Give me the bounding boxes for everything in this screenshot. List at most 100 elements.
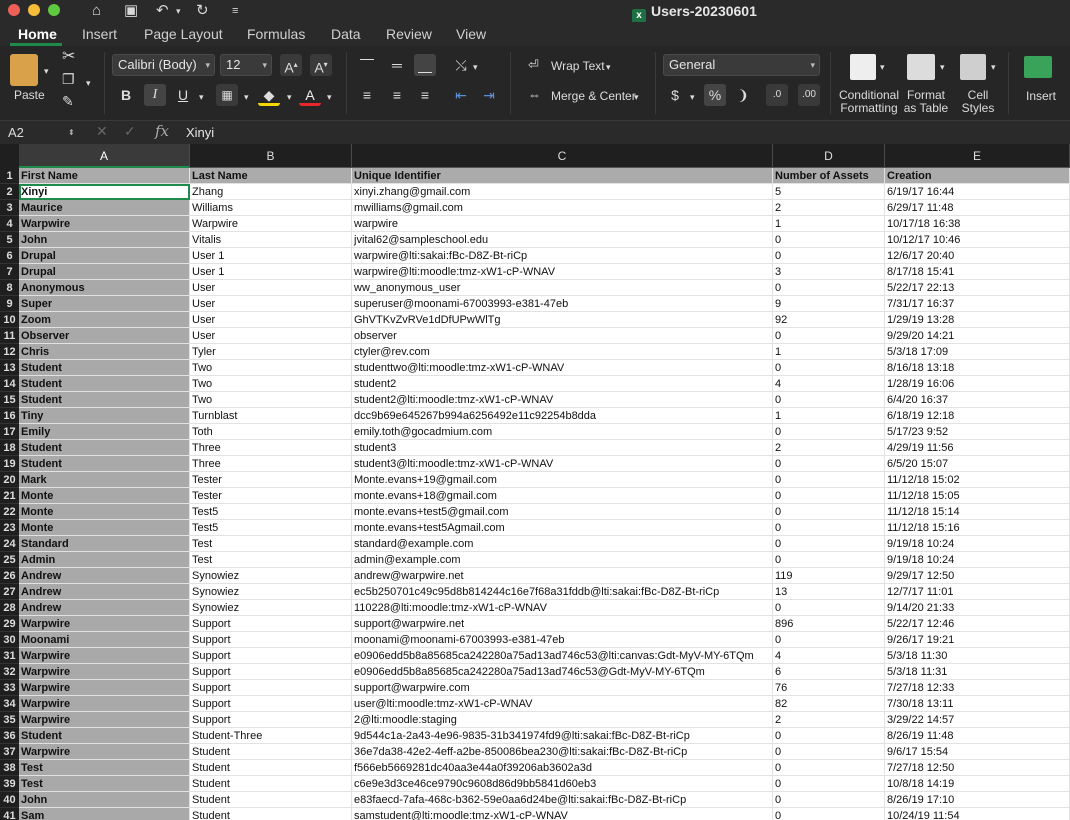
cell[interactable]: xinyi.zhang@gmail.com	[352, 184, 773, 200]
cell[interactable]: Tester	[190, 472, 352, 488]
cell[interactable]: warpwire	[352, 216, 773, 232]
cell[interactable]: 6/5/20 15:07	[885, 456, 1070, 472]
percent-icon[interactable]: %	[704, 84, 726, 106]
cell[interactable]: John	[19, 232, 190, 248]
cell[interactable]: 0	[773, 248, 885, 264]
cell[interactable]: Student	[190, 776, 352, 792]
cell[interactable]: Student	[19, 376, 190, 392]
cell[interactable]: 10/24/19 11:54	[885, 808, 1070, 820]
cell[interactable]: Student	[190, 792, 352, 808]
row-number[interactable]: 32	[0, 664, 19, 680]
cell[interactable]: 6/4/20 16:37	[885, 392, 1070, 408]
cell[interactable]: studenttwo@lti:moodle:tmz-xW1-cP-WNAV	[352, 360, 773, 376]
undo-dropdown-icon[interactable]: ▾	[176, 1, 181, 21]
row-number[interactable]: 35	[0, 712, 19, 728]
cell[interactable]: student2	[352, 376, 773, 392]
cell[interactable]: emily.toth@gocadmium.com	[352, 424, 773, 440]
currency-dropdown-icon[interactable]: ▾	[690, 90, 695, 104]
merge-center-icon[interactable]: ⇔	[528, 88, 541, 102]
cell[interactable]: 9/14/20 21:33	[885, 600, 1070, 616]
column-header-e[interactable]: E	[885, 144, 1070, 168]
cell[interactable]: 1	[773, 344, 885, 360]
cell[interactable]: Warpwire	[19, 648, 190, 664]
cell[interactable]: Toth	[190, 424, 352, 440]
cell[interactable]: 3	[773, 264, 885, 280]
conditional-formatting-label-2[interactable]: Formatting	[838, 101, 900, 115]
cell[interactable]: 5	[773, 184, 885, 200]
italic-button[interactable]: I	[144, 84, 166, 106]
tab-page-layout[interactable]: Page Layout	[144, 25, 223, 43]
row-number[interactable]: 36	[0, 728, 19, 744]
tab-home[interactable]: Home	[18, 25, 57, 43]
save-icon[interactable]: ▣	[124, 1, 138, 21]
tab-view[interactable]: View	[456, 25, 486, 43]
cell[interactable]: standard@example.com	[352, 536, 773, 552]
row-number[interactable]: 30	[0, 632, 19, 648]
cell[interactable]: samstudent@lti:moodle:tmz-xW1-cP-WNAV	[352, 808, 773, 820]
cell[interactable]: Student	[190, 744, 352, 760]
row-number[interactable]: 34	[0, 696, 19, 712]
wrap-text-button[interactable]: Wrap Text	[551, 59, 605, 73]
cell[interactable]: c6e9e3d3ce46ce9790c9608d86d9bb5841d60eb3	[352, 776, 773, 792]
cell[interactable]: 1/29/19 13:28	[885, 312, 1070, 328]
font-color-dropdown-icon[interactable]: ▾	[327, 90, 332, 104]
cell[interactable]: 0	[773, 456, 885, 472]
cell[interactable]: 110228@lti:moodle:tmz-xW1-cP-WNAV	[352, 600, 773, 616]
cell[interactable]: 2	[773, 440, 885, 456]
cell[interactable]: Moonami	[19, 632, 190, 648]
cell[interactable]: 0	[773, 632, 885, 648]
function-icon[interactable]: fx	[155, 122, 169, 140]
cell[interactable]: 82	[773, 696, 885, 712]
cell[interactable]: Three	[190, 440, 352, 456]
cell[interactable]: Synowiez	[190, 600, 352, 616]
cell[interactable]: warpwire@lti:sakai:fBc-D8Z-Bt-riCp	[352, 248, 773, 264]
cell[interactable]: 0	[773, 488, 885, 504]
decrease-indent-icon[interactable]: ⇤	[450, 84, 472, 106]
row-number[interactable]: 37	[0, 744, 19, 760]
align-center-icon[interactable]: ≡	[386, 84, 408, 106]
row-number[interactable]: 27	[0, 584, 19, 600]
cell[interactable]: John	[19, 792, 190, 808]
cell[interactable]: Andrew	[19, 600, 190, 616]
cell[interactable]: 0	[773, 808, 885, 820]
format-as-table-label-2[interactable]: as Table	[902, 101, 950, 115]
format-as-table-dropdown-icon[interactable]: ▾	[940, 60, 945, 74]
row-number[interactable]: 33	[0, 680, 19, 696]
cell[interactable]: 119	[773, 568, 885, 584]
cell[interactable]: moonami@moonami-67003993-e381-47eb	[352, 632, 773, 648]
cell[interactable]: Student	[190, 760, 352, 776]
cell[interactable]: Test5	[190, 520, 352, 536]
cell[interactable]: 896	[773, 616, 885, 632]
cell[interactable]: Student	[19, 392, 190, 408]
header-cell[interactable]: Creation	[885, 168, 1070, 184]
row-number[interactable]: 8	[0, 280, 19, 296]
cell[interactable]: Two	[190, 360, 352, 376]
cell[interactable]: User	[190, 328, 352, 344]
conditional-formatting-icon[interactable]	[850, 54, 876, 80]
cell[interactable]: 6/18/19 12:18	[885, 408, 1070, 424]
header-cell[interactable]: Unique Identifier	[352, 168, 773, 184]
cell[interactable]: Synowiez	[190, 568, 352, 584]
cell[interactable]: dcc9b69e645267b994a6256492e11c92254b8dda	[352, 408, 773, 424]
cell[interactable]: Turnblast	[190, 408, 352, 424]
cell[interactable]: Emily	[19, 424, 190, 440]
row-number[interactable]: 7	[0, 264, 19, 280]
cell[interactable]: 0	[773, 424, 885, 440]
paste-dropdown-icon[interactable]: ▾	[44, 64, 49, 78]
row-number[interactable]: 25	[0, 552, 19, 568]
cell[interactable]: 7/27/18 12:50	[885, 760, 1070, 776]
tab-formulas[interactable]: Formulas	[247, 25, 305, 43]
format-as-table-label-1[interactable]: Format	[902, 88, 950, 102]
cell[interactable]: Williams	[190, 200, 352, 216]
cell[interactable]: 11/12/18 15:02	[885, 472, 1070, 488]
zoom-window-button[interactable]	[48, 4, 60, 16]
row-number[interactable]: 16	[0, 408, 19, 424]
cut-icon[interactable]: ✂	[62, 49, 75, 65]
cell[interactable]: monte.evans+test5@gmail.com	[352, 504, 773, 520]
row-number[interactable]: 24	[0, 536, 19, 552]
cell[interactable]: ww_anonymous_user	[352, 280, 773, 296]
cell[interactable]: Chris	[19, 344, 190, 360]
cell[interactable]: 9/19/18 10:24	[885, 552, 1070, 568]
cell[interactable]: 6	[773, 664, 885, 680]
cell[interactable]: Zoom	[19, 312, 190, 328]
